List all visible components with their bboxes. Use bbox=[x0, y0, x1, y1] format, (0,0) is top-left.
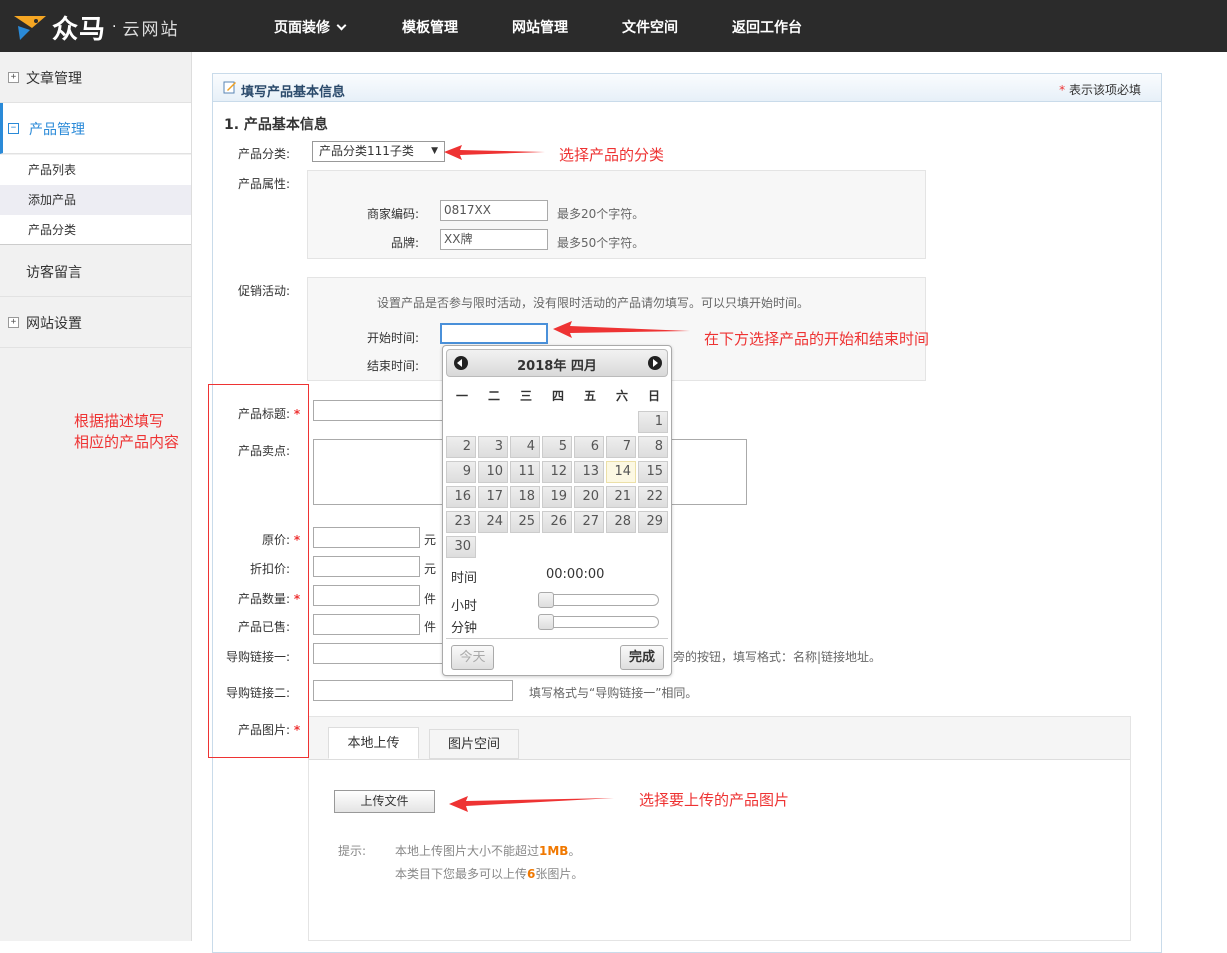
arrow-image-icon bbox=[449, 796, 614, 812]
annotation-content-line1: 根据描述填写 bbox=[74, 412, 165, 430]
annotation-image: 选择要上传的产品图片 bbox=[639, 791, 790, 809]
arrow-category-icon bbox=[444, 145, 545, 160]
annotation-content-line2: 相应的产品内容 bbox=[74, 433, 180, 451]
annotation-dates: 在下方选择产品的开始和结束时间 bbox=[704, 330, 930, 348]
arrow-dates-icon bbox=[553, 321, 690, 338]
annotation-arrows bbox=[444, 145, 690, 812]
annotation-category: 选择产品的分类 bbox=[559, 146, 665, 164]
